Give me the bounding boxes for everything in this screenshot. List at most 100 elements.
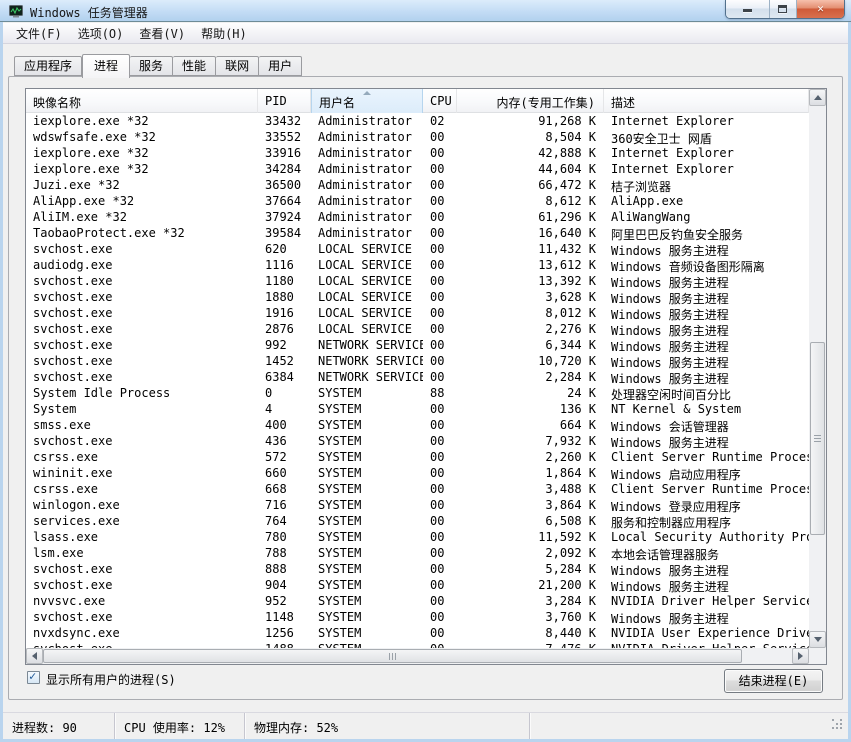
table-row[interactable]: wdswfsafe.exe *3233552Administrator008,5…	[26, 129, 809, 145]
table-row[interactable]: csrss.exe668SYSTEM003,488 KClient Server…	[26, 481, 809, 497]
table-cell: Administrator	[311, 129, 423, 145]
column-header[interactable]: 用户名	[311, 89, 423, 113]
table-row[interactable]: AliIM.exe *3237924Administrator0061,296 …	[26, 209, 809, 225]
table-row[interactable]: svchost.exe620LOCAL SERVICE0011,432 KWin…	[26, 241, 809, 257]
table-cell: 1452	[258, 353, 311, 369]
show-all-users-label[interactable]: 显示所有用户的进程(S)	[46, 671, 176, 688]
table-cell: LOCAL SERVICE	[311, 305, 423, 321]
scroll-up-button[interactable]	[809, 89, 826, 106]
table-row[interactable]: iexplore.exe *3233916Administrator0042,8…	[26, 145, 809, 161]
table-row[interactable]: AliApp.exe *3237664Administrator008,612 …	[26, 193, 809, 209]
table-row[interactable]: System Idle Process0SYSTEM8824 K处理器空闲时间百…	[26, 385, 809, 401]
table-cell: SYSTEM	[311, 449, 423, 465]
table-cell: Windows 服务主进程	[604, 305, 809, 321]
scroll-down-button[interactable]	[809, 631, 826, 648]
tab[interactable]: 服务	[130, 56, 173, 76]
table-row[interactable]: nvvsvc.exe952SYSTEM003,284 KNVIDIA Drive…	[26, 593, 809, 609]
table-row[interactable]: svchost.exe992NETWORK SERVICE006,344 KWi…	[26, 337, 809, 353]
table-row[interactable]: iexplore.exe *3233432Administrator0291,2…	[26, 113, 809, 129]
table-cell: 00	[423, 545, 457, 561]
table-row[interactable]: svchost.exe6384NETWORK SERVICE002,284 KW…	[26, 369, 809, 385]
table-cell: 00	[423, 401, 457, 417]
column-header[interactable]: CPU	[423, 89, 457, 113]
table-row[interactable]: svchost.exe1452NETWORK SERVICE0010,720 K…	[26, 353, 809, 369]
menu-item[interactable]: 查看(V)	[131, 23, 193, 44]
table-row[interactable]: Juzi.exe *3236500Administrator0066,472 K…	[26, 177, 809, 193]
table-cell: 00	[423, 257, 457, 273]
table-cell: NVIDIA User Experience Driver Co	[604, 625, 809, 641]
table-cell: 00	[423, 369, 457, 385]
table-cell: 00	[423, 433, 457, 449]
maximize-button[interactable]	[770, 0, 797, 19]
table-row[interactable]: svchost.exe1916LOCAL SERVICE008,012 KWin…	[26, 305, 809, 321]
table-cell: 00	[423, 577, 457, 593]
menu-item[interactable]: 选项(O)	[70, 23, 132, 44]
column-header[interactable]: 映像名称	[26, 89, 258, 113]
table-cell: 00	[423, 289, 457, 305]
column-header[interactable]: PID	[258, 89, 311, 113]
table-cell: svchost.exe	[26, 561, 258, 577]
resize-grip-icon[interactable]	[832, 719, 844, 731]
tab[interactable]: 应用程序	[14, 56, 82, 76]
table-cell: LOCAL SERVICE	[311, 321, 423, 337]
tab[interactable]: 性能	[173, 56, 216, 76]
table-cell: 13,392 K	[457, 273, 604, 289]
table-row[interactable]: wininit.exe660SYSTEM001,864 KWindows 启动应…	[26, 465, 809, 481]
table-row[interactable]: svchost.exe436SYSTEM007,932 KWindows 服务主…	[26, 433, 809, 449]
table-row[interactable]: svchost.exe904SYSTEM0021,200 KWindows 服务…	[26, 577, 809, 593]
menu-item[interactable]: 文件(F)	[8, 23, 70, 44]
table-row[interactable]: svchost.exe2876LOCAL SERVICE002,276 KWin…	[26, 321, 809, 337]
table-row[interactable]: TaobaoProtect.exe *3239584Administrator0…	[26, 225, 809, 241]
table-row[interactable]: audiodg.exe1116LOCAL SERVICE0013,612 KWi…	[26, 257, 809, 273]
close-button[interactable]: ✕	[797, 0, 844, 19]
table-row[interactable]: lsass.exe780SYSTEM0011,592 KLocal Securi…	[26, 529, 809, 545]
table-cell: 1880	[258, 289, 311, 305]
table-cell: svchost.exe	[26, 273, 258, 289]
table-cell: Windows 服务主进程	[604, 273, 809, 289]
table-cell: Windows 登录应用程序	[604, 497, 809, 513]
vertical-scroll-thumb[interactable]	[810, 342, 825, 535]
menu-item[interactable]: 帮助(H)	[193, 23, 255, 44]
show-all-users-checkbox[interactable]: ✓	[27, 671, 40, 684]
minimize-button[interactable]	[726, 0, 770, 19]
table-cell: 36500	[258, 177, 311, 193]
scroll-right-button[interactable]	[792, 648, 809, 664]
table-row[interactable]: lsm.exe788SYSTEM002,092 K本地会话管理器服务	[26, 545, 809, 561]
table-cell: 788	[258, 545, 311, 561]
table-row[interactable]: smss.exe400SYSTEM00664 KWindows 会话管理器	[26, 417, 809, 433]
status-cpu-usage: CPU 使用率: 12%	[115, 713, 245, 739]
table-cell: iexplore.exe *32	[26, 145, 258, 161]
table-row[interactable]: svchost.exe1180LOCAL SERVICE0013,392 KWi…	[26, 273, 809, 289]
tab[interactable]: 进程	[82, 54, 130, 78]
vertical-scrollbar[interactable]	[809, 89, 826, 648]
table-row[interactable]: csrss.exe572SYSTEM002,260 KClient Server…	[26, 449, 809, 465]
table-cell: 34284	[258, 161, 311, 177]
horizontal-scroll-thumb[interactable]	[43, 649, 742, 663]
table-cell: 00	[423, 321, 457, 337]
table-cell: 88	[423, 385, 457, 401]
titlebar[interactable]: Windows 任务管理器 ✕	[0, 0, 851, 22]
column-header[interactable]: 描述	[604, 89, 809, 113]
table-row[interactable]: svchost.exe1148SYSTEM003,760 KWindows 服务…	[26, 609, 809, 625]
table-cell: 1148	[258, 609, 311, 625]
scroll-left-button[interactable]	[26, 648, 43, 664]
tab[interactable]: 用户	[259, 56, 302, 76]
table-row[interactable]: System4SYSTEM00136 KNT Kernel & System	[26, 401, 809, 417]
horizontal-scrollbar[interactable]	[26, 648, 809, 664]
table-row[interactable]: services.exe764SYSTEM006,508 K服务和控制器应用程序	[26, 513, 809, 529]
column-header[interactable]: 内存(专用工作集)	[457, 89, 604, 113]
tab[interactable]: 联网	[216, 56, 259, 76]
table-cell: 2,276 K	[457, 321, 604, 337]
table-cell: wdswfsafe.exe *32	[26, 129, 258, 145]
status-physical-memory: 物理内存: 52%	[245, 713, 530, 739]
end-process-button[interactable]: 结束进程(E)	[724, 669, 823, 693]
table-row[interactable]: nvxdsync.exe1256SYSTEM008,440 KNVIDIA Us…	[26, 625, 809, 641]
table-cell: Windows 服务主进程	[604, 577, 809, 593]
table-cell: LOCAL SERVICE	[311, 241, 423, 257]
table-cell: 00	[423, 225, 457, 241]
table-row[interactable]: svchost.exe888SYSTEM005,284 KWindows 服务主…	[26, 561, 809, 577]
table-row[interactable]: winlogon.exe716SYSTEM003,864 KWindows 登录…	[26, 497, 809, 513]
table-row[interactable]: svchost.exe1880LOCAL SERVICE003,628 KWin…	[26, 289, 809, 305]
table-row[interactable]: iexplore.exe *3234284Administrator0044,6…	[26, 161, 809, 177]
right-arrow-icon	[798, 652, 803, 660]
